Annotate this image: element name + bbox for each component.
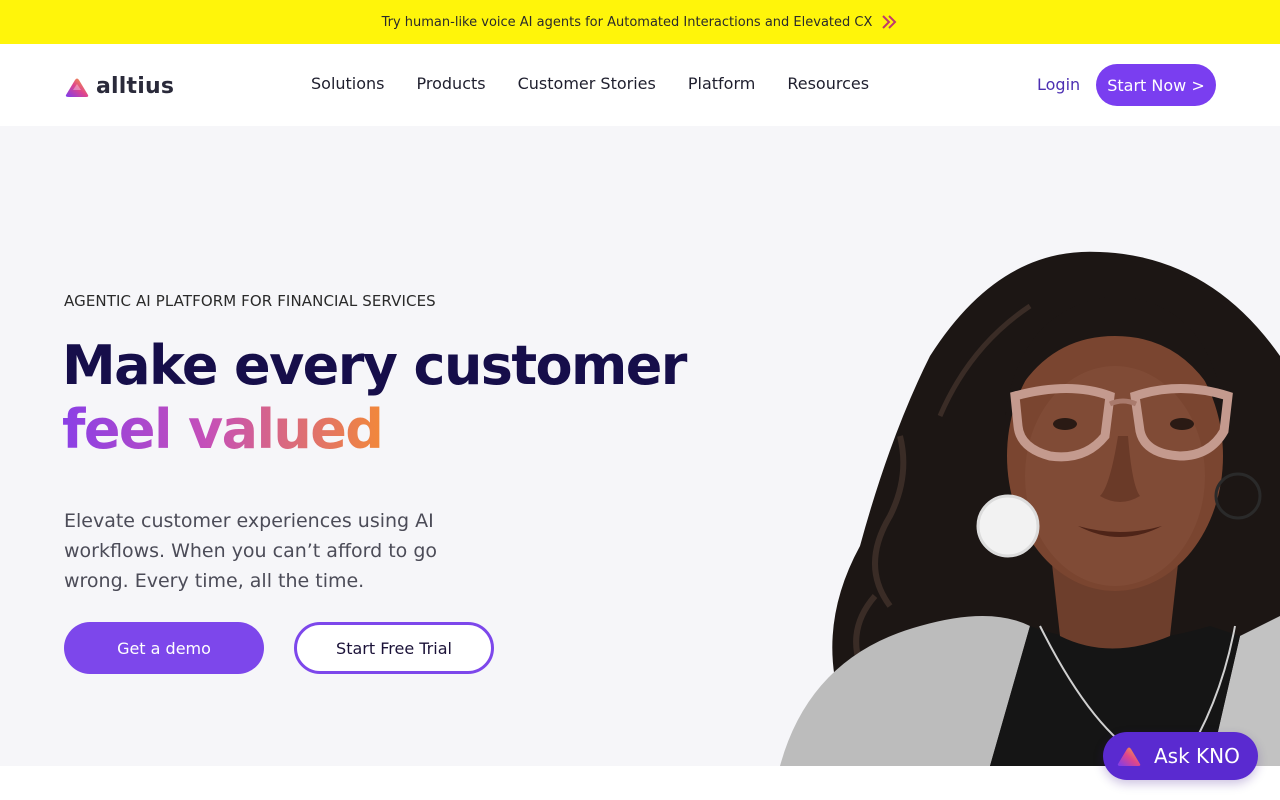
- announcement-text[interactable]: Try human-like voice AI agents for Autom…: [382, 15, 873, 30]
- main-menu: Solutions Products Customer Stories Plat…: [311, 74, 901, 93]
- menu-item-customer-stories[interactable]: Customer Stories: [518, 74, 656, 93]
- menu-item-solutions[interactable]: Solutions: [311, 74, 385, 93]
- menu-item-resources[interactable]: Resources: [787, 74, 869, 93]
- alltius-logo-icon: [1117, 747, 1141, 766]
- logo-text: alltius: [96, 74, 175, 99]
- hero-headline: Make every customer: [62, 334, 687, 397]
- start-free-trial-button[interactable]: Start Free Trial: [294, 622, 494, 674]
- logo[interactable]: alltius: [64, 74, 174, 99]
- start-now-button[interactable]: Start Now >: [1096, 64, 1216, 106]
- double-chevron-right-icon[interactable]: [880, 13, 898, 31]
- menu-item-products[interactable]: Products: [417, 74, 486, 93]
- get-demo-button[interactable]: Get a demo: [64, 622, 264, 674]
- top-navigation: alltius Solutions Products Customer Stor…: [0, 44, 1280, 126]
- below-fold-section: [0, 766, 1280, 800]
- ask-kno-label: Ask KNO: [1154, 744, 1240, 768]
- menu-item-platform[interactable]: Platform: [688, 74, 755, 93]
- hero-subtext: Elevate customer experiences using AI wo…: [64, 510, 438, 592]
- login-link[interactable]: Login: [1037, 75, 1080, 94]
- announcement-bar[interactable]: Try human-like voice AI agents for Autom…: [0, 0, 1280, 44]
- hero-headline-accent: feel valued: [62, 398, 384, 461]
- hero-section: AGENTIC AI PLATFORM FOR FINANCIAL SERVIC…: [0, 126, 1280, 766]
- hero-eyebrow: AGENTIC AI PLATFORM FOR FINANCIAL SERVIC…: [64, 292, 436, 310]
- ask-kno-chat-button[interactable]: Ask KNO: [1103, 732, 1258, 780]
- alltius-logo-icon: [65, 78, 89, 97]
- hero-portrait-image: [780, 251, 1280, 766]
